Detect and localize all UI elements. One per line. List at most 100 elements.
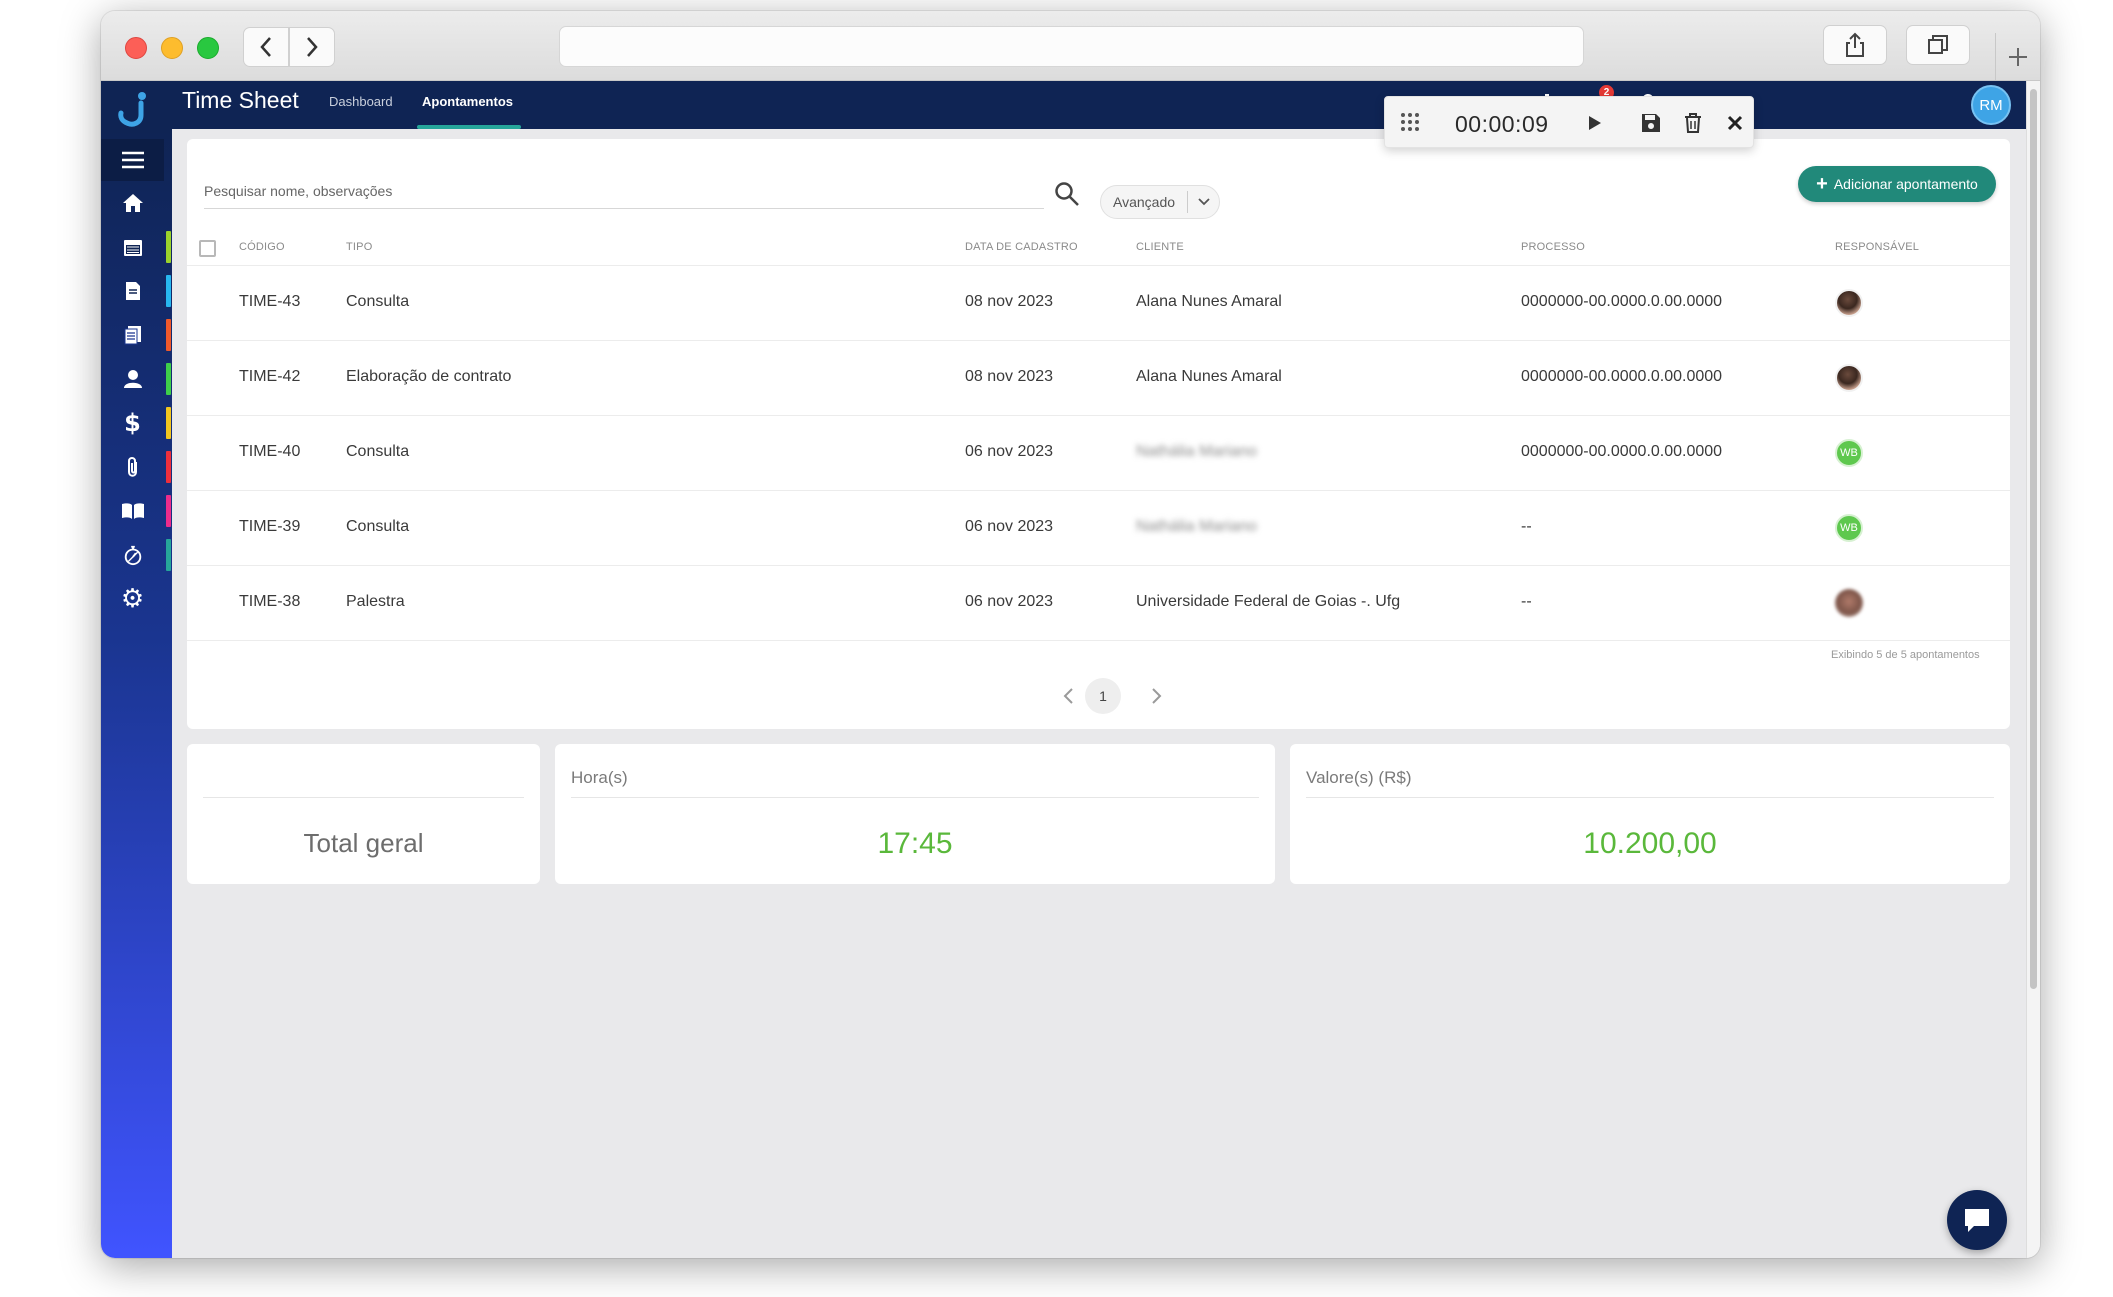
sidebar-item-attachments[interactable] <box>101 449 172 485</box>
row-process: 0000000-00.0000.0.00.0000 <box>1521 293 1723 310</box>
share-icon <box>1846 32 1864 57</box>
chevron-left-icon <box>260 37 271 57</box>
column-header-processo[interactable]: Processo <box>1521 241 1585 253</box>
divider <box>203 797 524 798</box>
save-icon <box>1642 114 1660 132</box>
nav-dashboard[interactable]: Dashboard <box>329 94 393 109</box>
table-row[interactable]: TIME-43 Consulta 08 nov 2023 Alana Nunes… <box>187 266 2010 341</box>
chevron-right-icon <box>307 37 318 57</box>
app-root: Time Sheet Dashboard Apontamentos 2 RM $… <box>101 81 2040 1258</box>
sidebar: $ ⚙ <box>101 129 172 1258</box>
responsible-avatar <box>1835 364 1863 392</box>
tabs-overview-button[interactable] <box>1906 25 1970 65</box>
column-header-cliente[interactable]: Cliente <box>1136 241 1184 253</box>
row-client: Alana Nunes Amaral <box>1136 368 1282 385</box>
back-button[interactable] <box>243 27 289 67</box>
timer-close-button[interactable] <box>1721 109 1749 137</box>
user-avatar[interactable]: RM <box>1971 85 2011 125</box>
values-title: Valore(s) (R$) <box>1306 768 1412 787</box>
sidebar-item-contacts[interactable] <box>101 361 172 397</box>
row-client: Nathália Mariano <box>1136 443 1257 460</box>
tabs-icon <box>1928 35 1948 54</box>
timer-save-button[interactable] <box>1637 109 1665 137</box>
column-header-codigo[interactable]: Código <box>239 241 285 253</box>
plus-icon <box>2009 48 2027 66</box>
sidebar-item-calendar[interactable] <box>101 229 172 265</box>
summary-total-card: Total geral <box>187 744 540 884</box>
nav-apontamentos[interactable]: Apontamentos <box>422 94 513 109</box>
search-icon <box>1055 182 1079 206</box>
pagination-next-button[interactable] <box>1142 681 1172 711</box>
sidebar-item-documents[interactable] <box>101 317 172 353</box>
table-row[interactable]: TIME-39 Consulta 06 nov 2023 Nathália Ma… <box>187 491 2010 566</box>
column-header-responsavel[interactable]: Responsável <box>1835 241 1919 253</box>
values-value: 10.200,00 <box>1583 827 1717 860</box>
menu-toggle-button[interactable] <box>101 139 164 181</box>
sidebar-item-home[interactable] <box>101 185 172 221</box>
advanced-filter-button[interactable]: Avançado <box>1100 185 1220 219</box>
column-header-tipo[interactable]: Tipo <box>346 241 372 253</box>
responsible-avatar: WB <box>1835 514 1863 542</box>
close-window-button[interactable] <box>125 37 147 59</box>
search-input[interactable] <box>204 173 1044 209</box>
sidebar-item-library[interactable] <box>101 493 172 529</box>
user-icon <box>123 370 142 388</box>
select-all-checkbox[interactable] <box>199 240 216 257</box>
zoom-window-button[interactable] <box>197 37 219 59</box>
responsible-avatar <box>1835 589 1863 617</box>
row-process: 0000000-00.0000.0.00.0000 <box>1521 368 1723 385</box>
timer-play-button[interactable] <box>1581 109 1609 137</box>
app-logo-icon <box>118 92 146 127</box>
address-bar[interactable] <box>559 26 1584 67</box>
page-scrollbar[interactable] <box>2026 81 2040 1258</box>
share-button[interactable] <box>1823 25 1887 65</box>
row-code: TIME-43 <box>239 293 301 310</box>
sidebar-item-finance[interactable]: $ <box>101 405 172 441</box>
sidebar-item-timesheet[interactable] <box>101 537 172 573</box>
sidebar-item-document[interactable] <box>101 273 172 309</box>
advanced-filter-label: Avançado <box>1113 194 1176 210</box>
row-code: TIME-42 <box>239 368 301 385</box>
chat-button[interactable] <box>1947 1190 2007 1250</box>
summary-values-card: Valore(s) (R$) 10.200,00 <box>1290 744 2010 884</box>
drag-handle[interactable] <box>1399 111 1421 133</box>
book-icon <box>121 503 144 519</box>
sidebar-color-bar <box>166 407 171 439</box>
search-button[interactable] <box>1054 181 1080 207</box>
row-code: TIME-39 <box>239 518 301 535</box>
column-header-data[interactable]: Data de cadastro <box>965 241 1078 253</box>
divider <box>571 797 1259 798</box>
pagination-page[interactable]: 1 <box>1085 678 1121 714</box>
new-tab-button[interactable] <box>1995 33 2040 81</box>
table-row[interactable]: TIME-42 Elaboração de contrato 08 nov 20… <box>187 341 2010 416</box>
sidebar-item-settings[interactable]: ⚙ <box>101 581 172 617</box>
divider <box>1306 797 1994 798</box>
hamburger-menu-icon <box>121 151 144 169</box>
sidebar-color-bar <box>166 451 171 483</box>
floating-timer: 00:00:09 <box>1384 96 1754 148</box>
row-type: Consulta <box>346 518 410 535</box>
responsible-avatar <box>1835 289 1863 317</box>
forward-button[interactable] <box>289 27 335 67</box>
hours-title: Hora(s) <box>571 768 628 787</box>
chevron-right-icon <box>1152 688 1162 704</box>
add-timesheet-entry-button[interactable]: + Adicionar apontamento <box>1798 166 1996 202</box>
app-title: Time Sheet <box>182 87 299 113</box>
add-timesheet-entry-label: Adicionar apontamento <box>1833 176 1978 192</box>
plus-icon: + <box>1816 173 1828 195</box>
gear-icon: ⚙ <box>120 584 145 614</box>
sidebar-color-bar <box>166 539 171 571</box>
row-process: 0000000-00.0000.0.00.0000 <box>1521 443 1723 460</box>
pagination-prev-button[interactable] <box>1053 681 1083 711</box>
row-date: 08 nov 2023 <box>965 368 1054 385</box>
timer-delete-button[interactable] <box>1679 109 1707 137</box>
row-code: TIME-40 <box>239 443 301 460</box>
document-icon <box>125 282 140 300</box>
table-row[interactable]: TIME-38 Palestra 06 nov 2023 Universidad… <box>187 566 2010 641</box>
minimize-window-button[interactable] <box>161 37 183 59</box>
table-row[interactable]: TIME-40 Consulta 06 nov 2023 Nathália Ma… <box>187 416 2010 491</box>
summary-hours-card: Hora(s) 17:45 <box>555 744 1275 884</box>
chevron-left-icon <box>1063 688 1073 704</box>
scrollbar-thumb[interactable] <box>2030 89 2037 989</box>
sidebar-color-bar <box>166 495 171 527</box>
